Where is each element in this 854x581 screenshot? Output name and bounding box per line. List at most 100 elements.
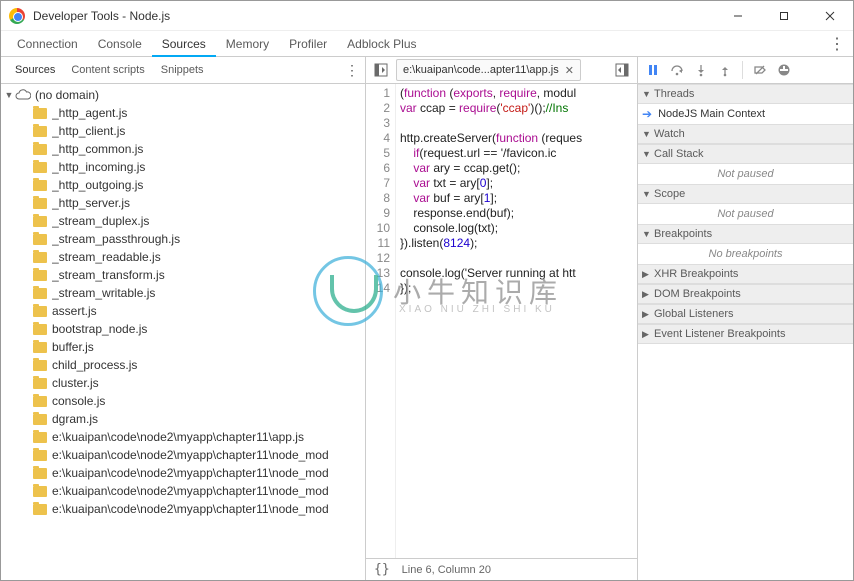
tree-item[interactable]: _stream_duplex.js xyxy=(1,212,365,230)
callstack-header[interactable]: ▼Call Stack xyxy=(638,144,853,164)
tree-item-label: _stream_writable.js xyxy=(52,286,155,300)
global-listeners-header[interactable]: ▶Global Listeners xyxy=(638,304,853,324)
tree-item[interactable]: _http_agent.js xyxy=(1,104,365,122)
source-subtabs: Sources Content scripts Snippets ⋮ xyxy=(1,57,365,84)
tree-item[interactable]: _http_server.js xyxy=(1,194,365,212)
tree-item[interactable]: _stream_transform.js xyxy=(1,266,365,284)
debugger-panel: ▼Threads ➔ NodeJS Main Context ▼Watch ▼C… xyxy=(637,57,853,580)
deactivate-breakpoints-button[interactable] xyxy=(751,61,769,79)
tree-item-label: _http_server.js xyxy=(52,196,130,210)
tree-item[interactable]: e:\kuaipan\code\node2\myapp\chapter11\no… xyxy=(1,482,365,500)
subtab-snippets[interactable]: Snippets xyxy=(153,57,212,84)
breakpoints-header[interactable]: ▼Breakpoints xyxy=(638,224,853,244)
tab-connection[interactable]: Connection xyxy=(7,31,88,57)
event-listener-header[interactable]: ▶Event Listener Breakpoints xyxy=(638,324,853,344)
folder-icon xyxy=(33,108,47,119)
tree-item-label: _http_incoming.js xyxy=(52,160,145,174)
folder-icon xyxy=(33,234,47,245)
tab-profiler[interactable]: Profiler xyxy=(279,31,337,57)
folder-icon xyxy=(33,342,47,353)
tree-item[interactable]: e:\kuaipan\code\node2\myapp\chapter11\ap… xyxy=(1,428,365,446)
tree-item-label: _http_client.js xyxy=(52,124,125,138)
thread-item[interactable]: ➔ NodeJS Main Context xyxy=(638,104,853,124)
tree-item[interactable]: _http_client.js xyxy=(1,122,365,140)
callstack-body: Not paused xyxy=(638,164,853,184)
tree-item-label: cluster.js xyxy=(52,376,99,390)
watch-header[interactable]: ▼Watch xyxy=(638,124,853,144)
minimize-button[interactable] xyxy=(715,1,761,31)
tree-item[interactable]: buffer.js xyxy=(1,338,365,356)
tree-item[interactable]: _stream_passthrough.js xyxy=(1,230,365,248)
show-debugger-button[interactable] xyxy=(611,59,633,81)
breakpoints-body: No breakpoints xyxy=(638,244,853,264)
tree-item-label: dgram.js xyxy=(52,412,98,426)
tree-item[interactable]: _http_incoming.js xyxy=(1,158,365,176)
maximize-button[interactable] xyxy=(761,1,807,31)
expand-icon[interactable]: ▼ xyxy=(3,90,15,100)
folder-icon xyxy=(33,414,47,425)
step-into-button[interactable] xyxy=(692,61,710,79)
pause-on-exceptions-button[interactable] xyxy=(775,61,793,79)
code-area[interactable]: (function (exports, require, modulvar cc… xyxy=(396,84,637,558)
file-tree[interactable]: ▼ (no domain) _http_agent.js _http_client… xyxy=(1,84,365,580)
tree-item[interactable]: dgram.js xyxy=(1,410,365,428)
braces-icon[interactable]: {} xyxy=(374,562,390,577)
close-file-icon[interactable]: ✕ xyxy=(565,64,574,77)
folder-icon xyxy=(33,504,47,515)
tree-item-label: child_process.js xyxy=(52,358,137,372)
folder-icon xyxy=(33,378,47,389)
tree-item[interactable]: bootstrap_node.js xyxy=(1,320,365,338)
subtab-content-scripts[interactable]: Content scripts xyxy=(63,57,152,84)
tree-item-label: buffer.js xyxy=(52,340,94,354)
tree-item[interactable]: _http_outgoing.js xyxy=(1,176,365,194)
folder-icon xyxy=(33,180,47,191)
folder-icon xyxy=(33,486,47,497)
tree-item[interactable]: console.js xyxy=(1,392,365,410)
tree-item[interactable]: _stream_writable.js xyxy=(1,284,365,302)
window-titlebar: Developer Tools - Node.js xyxy=(1,1,853,31)
tree-item-label: _stream_readable.js xyxy=(52,250,161,264)
tree-item-label: _stream_passthrough.js xyxy=(52,232,180,246)
folder-icon xyxy=(33,396,47,407)
tab-memory[interactable]: Memory xyxy=(216,31,279,57)
tree-item[interactable]: assert.js xyxy=(1,302,365,320)
tab-adblock[interactable]: Adblock Plus xyxy=(337,31,426,57)
tree-item[interactable]: child_process.js xyxy=(1,356,365,374)
subtab-sources[interactable]: Sources xyxy=(7,57,63,84)
tree-item-label: e:\kuaipan\code\node2\myapp\chapter11\no… xyxy=(52,466,329,480)
folder-icon xyxy=(33,360,47,371)
folder-icon xyxy=(33,126,47,137)
tree-item[interactable]: _http_common.js xyxy=(1,140,365,158)
main-tabbar: Connection Console Sources Memory Profil… xyxy=(1,31,853,57)
tree-item[interactable]: e:\kuaipan\code\node2\myapp\chapter11\no… xyxy=(1,464,365,482)
step-out-button[interactable] xyxy=(716,61,734,79)
tree-item-label: e:\kuaipan\code\node2\myapp\chapter11\no… xyxy=(52,484,329,498)
folder-icon xyxy=(33,162,47,173)
tree-item[interactable]: e:\kuaipan\code\node2\myapp\chapter11\no… xyxy=(1,500,365,518)
tab-sources[interactable]: Sources xyxy=(152,31,216,57)
subtabs-overflow-icon[interactable]: ⋮ xyxy=(345,62,359,79)
tree-root-label: (no domain) xyxy=(35,88,99,102)
show-navigator-button[interactable] xyxy=(370,59,392,81)
debugger-toolbar xyxy=(638,57,853,84)
step-over-button[interactable] xyxy=(668,61,686,79)
tree-root[interactable]: ▼ (no domain) xyxy=(1,86,365,104)
tree-item[interactable]: _stream_readable.js xyxy=(1,248,365,266)
tabs-overflow-icon[interactable]: ⋮ xyxy=(829,34,845,54)
close-button[interactable] xyxy=(807,1,853,31)
scope-header[interactable]: ▼Scope xyxy=(638,184,853,204)
folder-icon xyxy=(33,306,47,317)
scope-body: Not paused xyxy=(638,204,853,224)
folder-icon xyxy=(33,270,47,281)
tree-item[interactable]: cluster.js xyxy=(1,374,365,392)
tab-console[interactable]: Console xyxy=(88,31,152,57)
dom-breakpoints-header[interactable]: ▶DOM Breakpoints xyxy=(638,284,853,304)
xhr-breakpoints-header[interactable]: ▶XHR Breakpoints xyxy=(638,264,853,284)
file-tab[interactable]: e:\kuaipan\code...apter11\app.js ✕ xyxy=(396,59,581,81)
code-editor[interactable]: 1234567891011121314 (function (exports, … xyxy=(366,84,637,558)
tree-item-label: console.js xyxy=(52,394,105,408)
tree-item[interactable]: e:\kuaipan\code\node2\myapp\chapter11\no… xyxy=(1,446,365,464)
pause-button[interactable] xyxy=(644,61,662,79)
threads-header[interactable]: ▼Threads xyxy=(638,84,853,104)
tree-item-label: assert.js xyxy=(52,304,97,318)
